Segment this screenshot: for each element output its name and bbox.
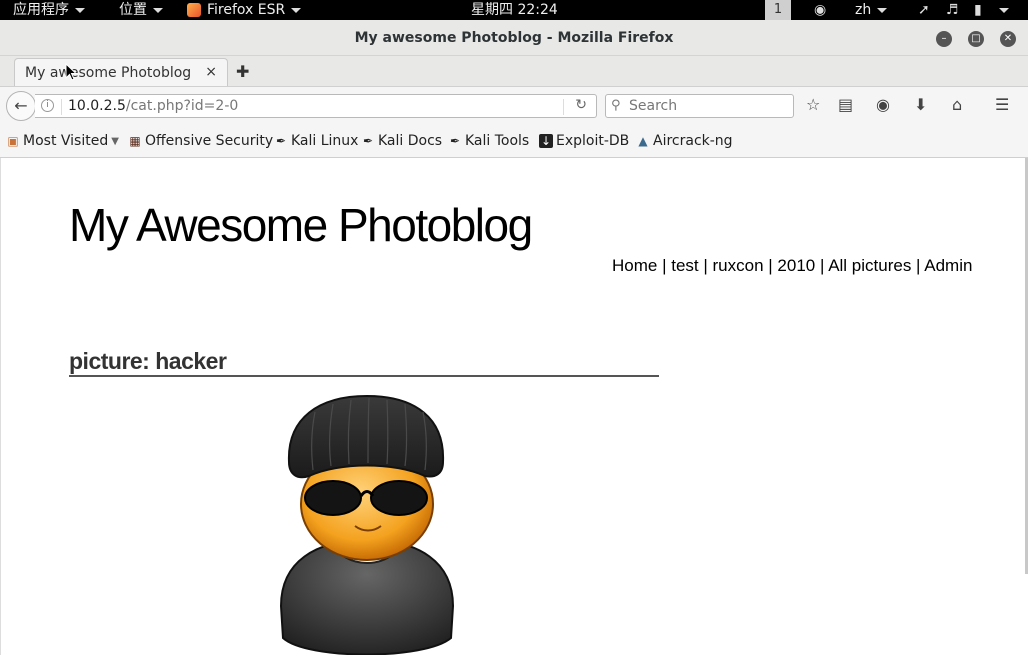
kali-icon: ✒	[362, 134, 374, 148]
firefox-icon	[187, 3, 201, 17]
web-page: My Awesome Photoblog Home | test | ruxco…	[0, 158, 1028, 655]
pocket-icon[interactable]: ◉	[876, 95, 890, 115]
bookmark-offensive-security[interactable]: ▦ Offensive Security	[128, 133, 273, 149]
download-icon[interactable]: ⬇	[914, 95, 927, 115]
search-icon: ⚲	[611, 98, 621, 113]
network-icon[interactable]: ➚	[918, 2, 930, 18]
system-top-bar: 应用程序 位置 Firefox ESR 星期四 22:24 1 ◉ zh ➚ ♬…	[0, 0, 1028, 20]
nav-divider: |	[763, 256, 778, 275]
mouse-cursor-icon	[65, 63, 77, 81]
chevron-down-icon	[75, 7, 85, 13]
bookmarks-toolbar: ▣ Most Visited ▼ ▦ Offensive Security ✒ …	[0, 124, 1028, 158]
bookmark-label: Aircrack-ng	[653, 133, 733, 149]
bookmark-label: Offensive Security	[145, 133, 274, 149]
url-text[interactable]: 10.0.2.5/cat.php?id=2-0	[68, 98, 238, 114]
search-placeholder: Search	[629, 98, 678, 114]
hacker-picture	[279, 394, 455, 655]
volume-icon[interactable]: ♬	[946, 2, 959, 18]
input-method-label: zh	[855, 1, 872, 18]
chevron-down-icon	[877, 7, 888, 13]
input-method-menu[interactable]: zh	[855, 0, 888, 20]
chevron-down-icon: ▼	[111, 135, 119, 147]
navigation-bar: ← i 10.0.2.5/cat.php?id=2-0 ↻ ⚲ Search ☆…	[0, 86, 1028, 124]
url-separator	[563, 99, 564, 115]
bookmark-label: Most Visited	[23, 133, 109, 149]
bookmark-label: Kali Linux	[291, 133, 359, 149]
workspace-indicator[interactable]: 1	[765, 0, 791, 20]
menu-icon[interactable]: ☰	[995, 95, 1009, 115]
bookmark-kali-docs[interactable]: ✒ Kali Docs	[361, 133, 442, 149]
search-input[interactable]: ⚲ Search	[605, 94, 794, 118]
tab-strip: My awesome Photoblog ×	[0, 56, 1028, 86]
site-nav: Home | test | ruxcon | 2010 | All pictur…	[612, 256, 972, 276]
clock[interactable]: 星期四 22:24	[471, 0, 558, 20]
picture-heading: picture: hacker	[69, 348, 659, 377]
places-menu[interactable]: 位置	[119, 0, 163, 20]
site-info-icon[interactable]: i	[41, 99, 54, 112]
url-bar[interactable]: i 10.0.2.5/cat.php?id=2-0 ↻	[35, 94, 597, 118]
system-menu-chevron-icon[interactable]	[999, 8, 1009, 13]
url-separator	[61, 99, 62, 115]
nav-admin-link[interactable]: Admin	[924, 256, 972, 275]
places-menu-label: 位置	[119, 1, 147, 18]
aircrack-icon: ▲	[638, 134, 648, 148]
close-icon[interactable]: ✕	[1000, 31, 1016, 47]
bookmark-kali-linux[interactable]: ✒ Kali Linux	[274, 133, 359, 149]
video-camera-icon[interactable]: ◉	[814, 2, 826, 18]
applications-menu-label: 应用程序	[13, 1, 69, 18]
home-icon[interactable]: ⌂	[952, 95, 962, 115]
window-title: My awesome Photoblog - Mozilla Firefox	[354, 30, 674, 46]
tab-label: My awesome Photoblog	[25, 65, 192, 81]
nav-ruxcon-link[interactable]: ruxcon	[713, 256, 764, 275]
nav-home-link[interactable]: Home	[612, 256, 657, 275]
most-visited-icon: ▣	[7, 134, 19, 148]
minimize-icon[interactable]: –	[936, 31, 952, 47]
bookmark-exploit-db[interactable]: ↓ Exploit-DB	[539, 133, 629, 149]
kali-icon: ✒	[275, 134, 287, 148]
bookmark-kali-tools[interactable]: ✒ Kali Tools	[448, 133, 529, 149]
bookmark-most-visited[interactable]: ▣ Most Visited ▼	[6, 133, 119, 149]
window-title-bar: My awesome Photoblog - Mozilla Firefox –…	[0, 20, 1028, 56]
tab-close-icon[interactable]: ×	[205, 64, 217, 80]
bookmark-label: Kali Tools	[465, 133, 530, 149]
nav-divider: |	[911, 256, 925, 275]
battery-icon[interactable]: ▮	[974, 2, 982, 18]
bookmark-aircrack-ng[interactable]: ▲ Aircrack-ng	[636, 133, 733, 149]
right-lens-shape	[370, 480, 428, 516]
clock-label: 星期四 22:24	[471, 1, 558, 18]
bookmark-label: Kali Docs	[378, 133, 443, 149]
nav-all-pictures-link[interactable]: All pictures	[828, 256, 911, 275]
active-app-menu[interactable]: Firefox ESR	[187, 0, 302, 20]
nav-divider: |	[815, 256, 829, 275]
offsec-icon: ▦	[129, 134, 141, 148]
maximize-icon[interactable]: □	[968, 31, 984, 47]
bookmark-star-icon[interactable]: ☆	[806, 95, 820, 115]
applications-menu[interactable]: 应用程序	[13, 0, 85, 20]
reading-list-icon[interactable]: ▤	[838, 95, 853, 115]
site-title[interactable]: My Awesome Photoblog	[69, 198, 533, 252]
nav-divider: |	[657, 256, 672, 275]
bookmark-label: Exploit-DB	[556, 133, 630, 149]
reload-icon[interactable]: ↻	[575, 97, 587, 113]
nav-2010-link[interactable]: 2010	[777, 256, 815, 275]
url-host: 10.0.2.5	[68, 98, 126, 114]
active-app-label: Firefox ESR	[207, 1, 286, 18]
new-tab-icon[interactable]: ✚	[236, 62, 249, 81]
tab-photoblog[interactable]: My awesome Photoblog ×	[14, 58, 228, 86]
back-arrow-icon[interactable]: ←	[6, 91, 36, 121]
nav-divider: |	[698, 256, 713, 275]
chevron-down-icon	[291, 7, 302, 13]
chevron-down-icon	[153, 7, 163, 13]
exploitdb-icon: ↓	[539, 134, 553, 148]
kali-icon: ✒	[449, 134, 461, 148]
url-path: /cat.php?id=2-0	[125, 98, 239, 114]
nav-test-link[interactable]: test	[671, 256, 698, 275]
left-lens-shape	[304, 480, 362, 516]
